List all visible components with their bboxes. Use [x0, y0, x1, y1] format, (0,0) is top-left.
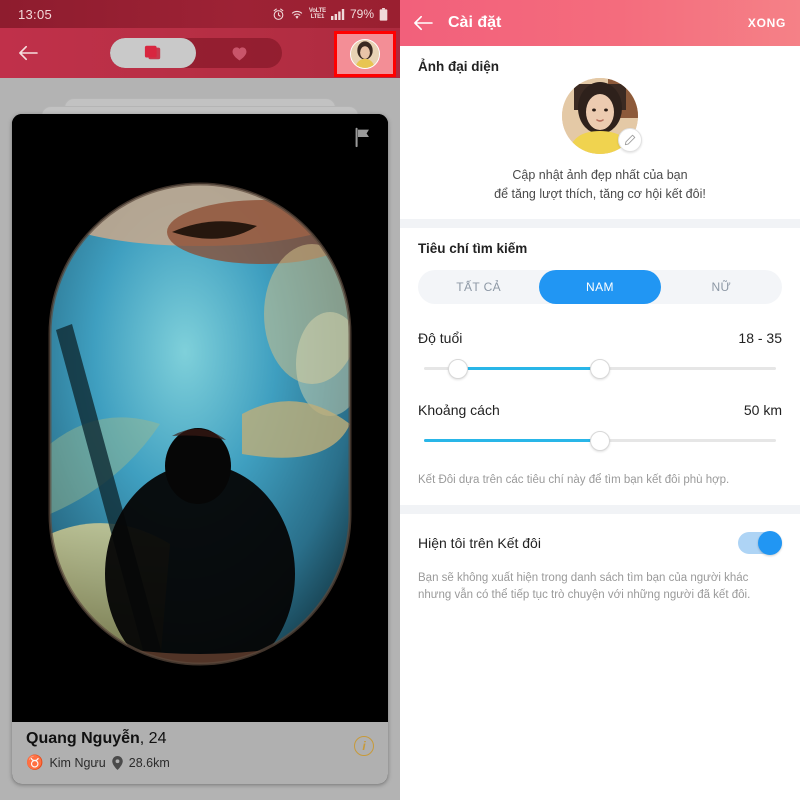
profile-info-bar: Quang Nguyễn, 24 ♉ Kim Ngưu 28.6km i	[12, 722, 388, 784]
battery-percent: 79%	[349, 7, 374, 21]
wifi-icon	[291, 10, 303, 19]
mode-tabs	[110, 38, 282, 68]
visibility-row: Hiện tôi trên Kết đôi	[418, 514, 782, 555]
settings-screen: Cài đặt XONG Ảnh đại diện Cập nhật ảnh đ…	[400, 0, 800, 800]
profile-avatar-button[interactable]	[334, 31, 396, 77]
age-slider-thumb-min[interactable]	[448, 358, 469, 379]
distance-value: 50 km	[743, 401, 782, 418]
avatar-caption-line1: Cập nhật ảnh đẹp nhất của bạn	[512, 168, 688, 182]
section-divider	[400, 218, 800, 228]
profile-age-text: , 24	[139, 730, 167, 747]
zodiac-icon: ♉	[26, 754, 44, 770]
edit-avatar-button[interactable]	[618, 128, 642, 152]
tab-discover-cards[interactable]	[110, 38, 196, 68]
distance-slider-thumb[interactable]	[590, 430, 610, 451]
app-bar	[0, 28, 400, 78]
battery-icon	[379, 7, 388, 21]
zodiac-label: Kim Ngưu	[49, 755, 106, 770]
profile-info-button[interactable]: i	[354, 736, 374, 756]
signal-icon	[330, 9, 345, 20]
status-bar: 13:05 VoLTE LTE1 79%	[0, 0, 400, 28]
back-button[interactable]	[8, 44, 48, 62]
gender-option-male[interactable]: NAM	[539, 269, 661, 304]
visibility-toggle[interactable]	[738, 531, 782, 555]
avatar-caption-line2: để tăng lượt thích, tăng cơ hội kết đôi!	[494, 187, 706, 202]
location-pin-icon	[112, 755, 123, 770]
volte-icon: VoLTE LTE1	[309, 8, 326, 20]
avatar-section: Ảnh đại diện Cập nhật ảnh đẹp nhất của b…	[400, 46, 800, 219]
profile-card[interactable]: Quang Nguyễn, 24 ♉ Kim Ngưu 28.6km i	[12, 114, 388, 784]
app-screen: 13:05 VoLTE LTE1 79% Quang Nguyễn, 24 ♉ …	[0, 0, 800, 800]
visibility-helper-text: Bạn sẽ không xuất hiện trong danh sách t…	[418, 554, 782, 621]
back-arrow-icon[interactable]	[412, 14, 434, 32]
page-title: Cài đặt	[448, 14, 502, 31]
avatar-section-title: Ảnh đại diện	[418, 59, 499, 74]
age-range-slider[interactable]	[418, 354, 782, 384]
visibility-helper-line2: nhưng vẫn có thể tiếp tục trò chuyện với…	[418, 589, 751, 602]
heart-icon	[232, 46, 246, 60]
status-time: 13:05	[18, 6, 53, 22]
flag-icon[interactable]	[352, 126, 374, 148]
age-slider-fill	[458, 366, 600, 370]
visibility-label: Hiện tôi trên Kết đôi	[418, 535, 541, 551]
done-button[interactable]: XONG	[748, 16, 786, 30]
gender-filter-segmented-control: TẤT CẢ NAM NỮ	[418, 269, 782, 304]
status-icons: VoLTE LTE1 79%	[272, 7, 388, 21]
avatar	[350, 39, 380, 69]
age-label: Độ tuổi	[418, 329, 463, 346]
profile-name-text: Quang Nguyễn	[26, 730, 140, 747]
volte-label-bottom: LTE1	[310, 14, 325, 20]
age-value: 18 - 35	[738, 329, 782, 346]
visibility-helper-line1: Bạn sẽ không xuất hiện trong danh sách t…	[418, 572, 749, 584]
card-stack: Quang Nguyễn, 24 ♉ Kim Ngưu 28.6km i	[0, 78, 400, 800]
avatar-wrapper[interactable]	[562, 78, 642, 154]
criteria-section-title: Tiêu chí tìm kiếm	[418, 240, 528, 256]
tab-likes[interactable]	[196, 38, 282, 68]
aquarium-photo	[12, 114, 388, 722]
distance-label: Khoảng cách	[418, 401, 500, 418]
visibility-section: Hiện tôi trên Kết đôi Bạn sẽ không xuất …	[400, 514, 800, 621]
distance-row-header: Khoảng cách 50 km	[418, 384, 782, 418]
distance-slider[interactable]	[418, 426, 782, 456]
criteria-section: Tiêu chí tìm kiếm TẤT CẢ NAM NỮ Độ tuổi …	[400, 227, 800, 505]
age-slider-thumb-max[interactable]	[590, 358, 610, 379]
avatar-photo	[351, 40, 379, 68]
avatar-block: Cập nhật ảnh đẹp nhất của bạn để tăng lư…	[418, 74, 782, 219]
left-pane-swipe-screen: 13:05 VoLTE LTE1 79% Quang Nguyễn, 24 ♉ …	[0, 0, 400, 800]
avatar-caption: Cập nhật ảnh đẹp nhất của bạn để tăng lư…	[494, 166, 706, 205]
pencil-icon	[624, 134, 636, 146]
profile-photo	[12, 114, 388, 722]
section-divider-2	[400, 505, 800, 514]
alarm-icon	[273, 8, 284, 20]
back-arrow-icon	[19, 45, 38, 61]
age-row-header: Độ tuổi 18 - 35	[418, 312, 782, 346]
gender-option-female[interactable]: NỮ	[661, 270, 782, 304]
settings-header: Cài đặt XONG	[400, 0, 800, 46]
profile-meta: ♉ Kim Ngưu 28.6km	[26, 754, 374, 771]
gender-option-all[interactable]: TẤT CẢ	[418, 270, 539, 304]
toggle-knob	[758, 531, 782, 555]
distance-slider-fill	[424, 438, 600, 442]
criteria-helper-text: Kết Đôi dựa trên các tiêu chí này để tìm…	[418, 473, 730, 486]
profile-name: Quang Nguyễn, 24	[26, 730, 374, 748]
distance-label: 28.6km	[128, 755, 170, 770]
cards-stack-icon	[144, 45, 161, 60]
